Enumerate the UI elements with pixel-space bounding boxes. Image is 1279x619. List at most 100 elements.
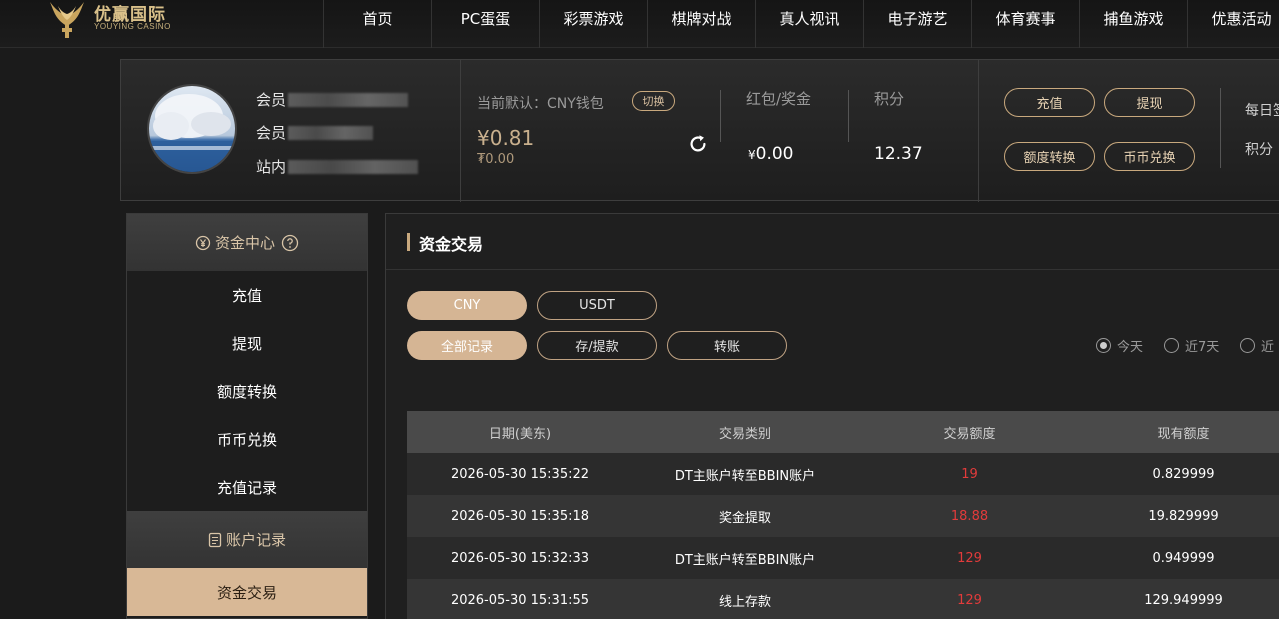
sidebar-section-funds-title: 资金中心 bbox=[214, 234, 275, 252]
table-header-row: 日期(美东) 交易类别 交易额度 现有额度 bbox=[407, 411, 1279, 453]
account-summary-panel: 会员 会员 站内 当前默认：CNY钱包 切换 ¥0.81 ₮0.00 红包/奖金… bbox=[120, 59, 1279, 202]
redacted-member-level bbox=[288, 125, 374, 140]
tab-deposit-withdraw[interactable]: 存/提款 bbox=[537, 331, 657, 360]
transactions-table: 日期(美东) 交易类别 交易额度 现有额度 2026-05-30 15:35:2… bbox=[407, 411, 1279, 619]
radio-selected-icon bbox=[1096, 338, 1111, 353]
cell-amount: 129 bbox=[857, 537, 1082, 579]
cell-amount: 129 bbox=[857, 579, 1082, 619]
nav-live-casino[interactable]: 真人视讯 bbox=[755, 0, 863, 48]
bonus-value: ¥0.00 bbox=[748, 144, 794, 164]
nav-slots[interactable]: 电子游艺 bbox=[863, 0, 971, 48]
bonus-currency: ¥ bbox=[748, 148, 756, 162]
sidebar-item-credit-transfer[interactable]: 额度转换 bbox=[127, 367, 367, 415]
tab-transfer[interactable]: 转账 bbox=[667, 331, 787, 360]
cell-date: 2026-05-30 15:32:33 bbox=[407, 537, 633, 579]
member-level-line: 会员 bbox=[256, 122, 374, 143]
divider bbox=[1220, 88, 1221, 168]
tab-usdt[interactable]: USDT bbox=[537, 291, 657, 320]
points-exchange-label[interactable]: 积分 bbox=[1245, 139, 1273, 159]
table-row: 2026-05-30 15:35:18 奖金提取 18.88 19.829999 bbox=[407, 495, 1279, 537]
sidebar-section-account-records: 账户记录 bbox=[127, 511, 367, 568]
withdraw-button[interactable]: 提现 bbox=[1104, 88, 1195, 117]
nav-promotions[interactable]: 优惠活动 bbox=[1187, 0, 1279, 48]
col-type: 交易类别 bbox=[633, 411, 857, 453]
fund-transactions-panel: 资金交易 CNY USDT 全部记录 存/提款 转账 今天 近7天 近 日期(美… bbox=[385, 213, 1279, 619]
coin-exchange-button[interactable]: 币币兑换 bbox=[1104, 142, 1195, 171]
col-balance: 现有额度 bbox=[1082, 411, 1279, 453]
sidebar-item-deposit[interactable]: 充值 bbox=[127, 271, 367, 319]
nav-chess-cards[interactable]: 棋牌对战 bbox=[647, 0, 755, 48]
bonus-label: 红包/奖金 bbox=[746, 90, 812, 108]
sidebar-section-funds: 资金中心 bbox=[127, 214, 367, 271]
member-name-label: 会员 bbox=[256, 91, 287, 109]
cell-type: DT主账户转至BBIN账户 bbox=[633, 537, 857, 579]
points-value: 12.37 bbox=[874, 144, 923, 164]
yen-coin-icon bbox=[195, 235, 211, 250]
deposit-button[interactable]: 充值 bbox=[1004, 88, 1095, 117]
panel-header: 资金交易 bbox=[386, 214, 1279, 270]
tab-all-records[interactable]: 全部记录 bbox=[407, 331, 527, 360]
sidebar: 资金中心 充值 提现 额度转换 币币兑换 充值记录 账户记录 资金交易 bbox=[126, 213, 368, 619]
tab-cny[interactable]: CNY bbox=[407, 291, 527, 320]
divider bbox=[720, 90, 721, 142]
sidebar-item-fund-transactions[interactable]: 资金交易 bbox=[127, 568, 367, 616]
table-row: 2026-05-30 15:32:33 DT主账户转至BBIN账户 129 0.… bbox=[407, 537, 1279, 579]
nav-fishing[interactable]: 捕鱼游戏 bbox=[1079, 0, 1187, 48]
filter-last-7-days[interactable]: 近7天 bbox=[1164, 336, 1219, 355]
filter-more-label: 近 bbox=[1261, 340, 1275, 355]
refresh-icon[interactable] bbox=[687, 133, 709, 155]
wallet-usdt-balance: ₮0.00 bbox=[477, 152, 515, 167]
divider bbox=[978, 60, 979, 202]
title-accent-bar bbox=[407, 233, 410, 251]
cell-type: 奖金提取 bbox=[633, 495, 857, 537]
table-row: 2026-05-30 15:35:22 DT主账户转至BBIN账户 19 0.8… bbox=[407, 453, 1279, 495]
sidebar-item-deposit-records[interactable]: 充值记录 bbox=[127, 463, 367, 511]
avatar-image-icon bbox=[149, 86, 235, 172]
site-message-label: 站内 bbox=[256, 158, 287, 176]
daily-signin-label[interactable]: 每日签 bbox=[1245, 100, 1279, 120]
points-label: 积分 bbox=[874, 90, 905, 108]
sidebar-section-account-records-title: 账户记录 bbox=[225, 531, 286, 549]
nav-pc-dandan[interactable]: PC蛋蛋 bbox=[431, 0, 539, 48]
cell-balance: 0.829999 bbox=[1082, 453, 1279, 495]
wallet-balance: ¥0.81 bbox=[477, 126, 535, 150]
redacted-member-name bbox=[288, 92, 409, 107]
bonus-amount: 0.00 bbox=[755, 144, 794, 164]
filter-more[interactable]: 近 bbox=[1240, 336, 1274, 355]
cell-amount: 19 bbox=[857, 453, 1082, 495]
cell-date: 2026-05-30 15:31:55 bbox=[407, 579, 633, 619]
document-icon bbox=[208, 532, 222, 547]
brand-name-en: YOUYING CASINO bbox=[94, 22, 171, 31]
avatar[interactable] bbox=[147, 84, 237, 174]
nav-home[interactable]: 首页 bbox=[323, 0, 431, 48]
filter-today[interactable]: 今天 bbox=[1096, 336, 1143, 355]
radio-icon bbox=[1164, 338, 1179, 353]
cell-type: 线上存款 bbox=[633, 579, 857, 619]
site-message-line: 站内 bbox=[256, 156, 419, 177]
cell-type: DT主账户转至BBIN账户 bbox=[633, 453, 857, 495]
brand-logo[interactable]: 优赢国际 YOUYING CASINO bbox=[46, 0, 196, 40]
radio-icon bbox=[1240, 338, 1255, 353]
main-nav: 首页 PC蛋蛋 彩票游戏 棋牌对战 真人视讯 电子游艺 体育赛事 捕鱼游戏 优惠… bbox=[323, 0, 1279, 48]
switch-wallet-button[interactable]: 切换 bbox=[632, 91, 675, 111]
redacted-site-message bbox=[288, 159, 419, 174]
sidebar-item-withdraw[interactable]: 提现 bbox=[127, 319, 367, 367]
table-row: 2026-05-30 15:31:55 线上存款 129 129.949999 bbox=[407, 579, 1279, 619]
member-name-line: 会员 bbox=[256, 89, 409, 110]
cell-balance: 129.949999 bbox=[1082, 579, 1279, 619]
sidebar-item-coin-exchange[interactable]: 币币兑换 bbox=[127, 415, 367, 463]
credit-transfer-button[interactable]: 额度转换 bbox=[1004, 142, 1095, 171]
nav-lottery[interactable]: 彩票游戏 bbox=[539, 0, 647, 48]
cell-date: 2026-05-30 15:35:18 bbox=[407, 495, 633, 537]
phoenix-logo-icon bbox=[50, 2, 84, 38]
top-navigation-bar: 优赢国际 YOUYING CASINO 首页 PC蛋蛋 彩票游戏 棋牌对战 真人… bbox=[0, 0, 1279, 48]
divider bbox=[848, 90, 849, 142]
cell-amount: 18.88 bbox=[857, 495, 1082, 537]
nav-sports[interactable]: 体育赛事 bbox=[971, 0, 1079, 48]
page-title: 资金交易 bbox=[419, 235, 484, 254]
col-amount: 交易额度 bbox=[857, 411, 1082, 453]
member-level-label: 会员 bbox=[256, 124, 287, 142]
col-date: 日期(美东) bbox=[407, 411, 633, 453]
filter-last-7-days-label: 近7天 bbox=[1185, 340, 1220, 355]
help-icon[interactable] bbox=[281, 234, 299, 252]
